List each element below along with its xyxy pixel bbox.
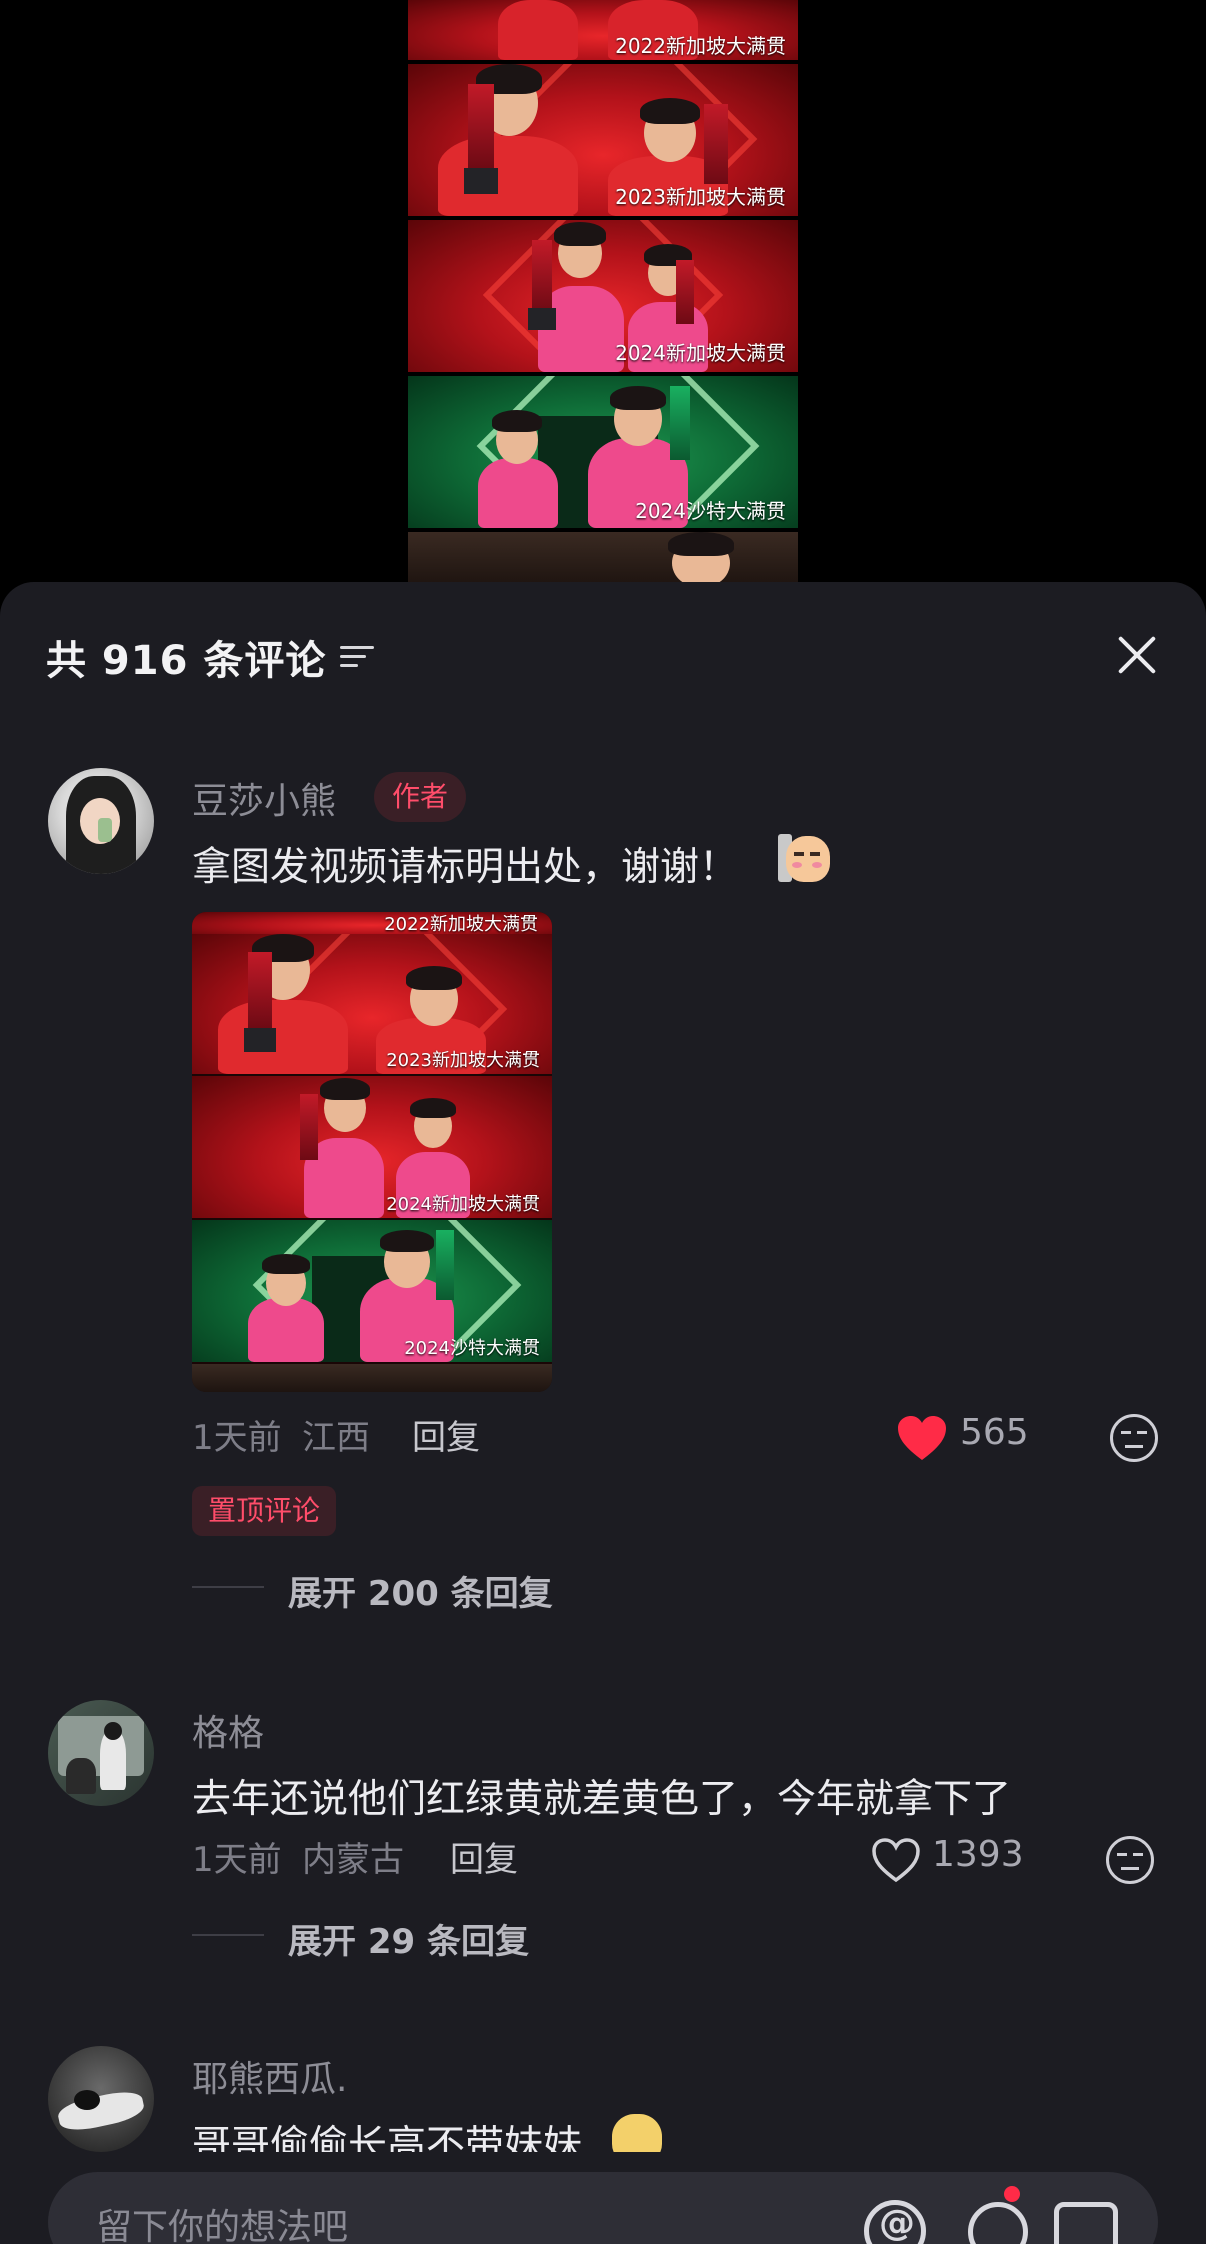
comment-location: 江西 (302, 1418, 370, 1458)
video-preview[interactable]: 2022新加坡大满贯 2023新加坡大满贯 2024新加坡大满贯 2024沙特大… (408, 0, 798, 585)
video-caption: 2024新加坡大满贯 (615, 341, 786, 365)
dislike-face-icon[interactable] (1106, 1836, 1154, 1884)
comment-count-title: 共 916 条评论 (46, 638, 327, 684)
at-icon[interactable] (864, 2200, 926, 2244)
video-frame-2024-saudi: 2024沙特大满贯 (408, 376, 798, 528)
username[interactable]: 耶熊西瓜. (192, 2050, 347, 2102)
video-frame-next (408, 532, 798, 585)
video-frame-2024-singapore: 2024新加坡大满贯 (408, 220, 798, 372)
avatar[interactable] (48, 768, 154, 874)
dislike-face-icon[interactable] (1110, 1414, 1158, 1462)
comment-location: 内蒙古 (302, 1840, 404, 1880)
pinned-badge: 置顶评论 (192, 1486, 337, 1536)
comment-time: 1天前 (192, 1840, 282, 1880)
comment-image[interactable]: 2022新加坡大满贯 2023新加坡大满贯 2024新加坡大满贯 2024沙特大… (192, 912, 552, 1392)
heart-outline-icon[interactable] (870, 1836, 922, 1884)
sticker-emoji (612, 2114, 662, 2152)
like-count: 565 (960, 1412, 1029, 1453)
comment-header: 共 916 条评论 (46, 622, 376, 692)
reply-button[interactable]: 回复 (412, 1410, 480, 1459)
image-caption: 2024沙特大满贯 (404, 1338, 540, 1359)
avatar[interactable] (48, 1700, 154, 1806)
video-caption: 2022新加坡大满贯 (615, 34, 786, 58)
notification-dot (1004, 2186, 1020, 2202)
username[interactable]: 格格 (192, 1704, 264, 1756)
comment-text: 哥哥偷偷长高不带妹妹 (192, 2123, 583, 2152)
reply-button[interactable]: 回复 (450, 1832, 518, 1881)
sticker-emoji (778, 830, 830, 886)
heart-filled-icon[interactable] (896, 1414, 948, 1462)
username[interactable]: 豆莎小熊 (192, 772, 336, 824)
close-icon[interactable] (1108, 626, 1166, 684)
expand-replies-button[interactable]: 展开 29 条回复 (288, 1914, 529, 1963)
image-caption: 2024新加坡大满贯 (386, 1194, 540, 1215)
expand-divider (192, 1934, 264, 1936)
comment-input[interactable]: 留下你的想法吧 (48, 2172, 1158, 2244)
image-caption: 2022新加坡大满贯 (384, 914, 538, 934)
comment-sheet: 共 916 条评论 豆莎小熊 作者 拿图发视频请标明出处，谢谢！ 2022新加坡… (0, 582, 1206, 2244)
video-frame-2023: 2023新加坡大满贯 (408, 64, 798, 216)
avatar[interactable] (48, 2046, 154, 2152)
video-frame-2022: 2022新加坡大满贯 (408, 0, 798, 60)
expand-divider (192, 1586, 264, 1588)
comment-input-placeholder: 留下你的想法吧 (96, 2207, 349, 2244)
like-count: 1393 (932, 1834, 1024, 1875)
comment-text: 去年还说他们红绿黄就差黄色了，今年就拿下了 (192, 1777, 1012, 1822)
image-icon[interactable] (1054, 2202, 1118, 2244)
image-caption: 2023新加坡大满贯 (386, 1050, 540, 1071)
comment-text: 拿图发视频请标明出处，谢谢！ (192, 845, 739, 890)
emoji-icon[interactable] (968, 2202, 1028, 2244)
expand-replies-button[interactable]: 展开 200 条回复 (288, 1566, 553, 1615)
video-caption: 2023新加坡大满贯 (615, 185, 786, 209)
author-badge: 作者 (374, 772, 467, 822)
comment-time: 1天前 (192, 1418, 282, 1458)
video-caption: 2024沙特大满贯 (635, 499, 786, 523)
sort-lines-icon[interactable] (340, 642, 376, 672)
